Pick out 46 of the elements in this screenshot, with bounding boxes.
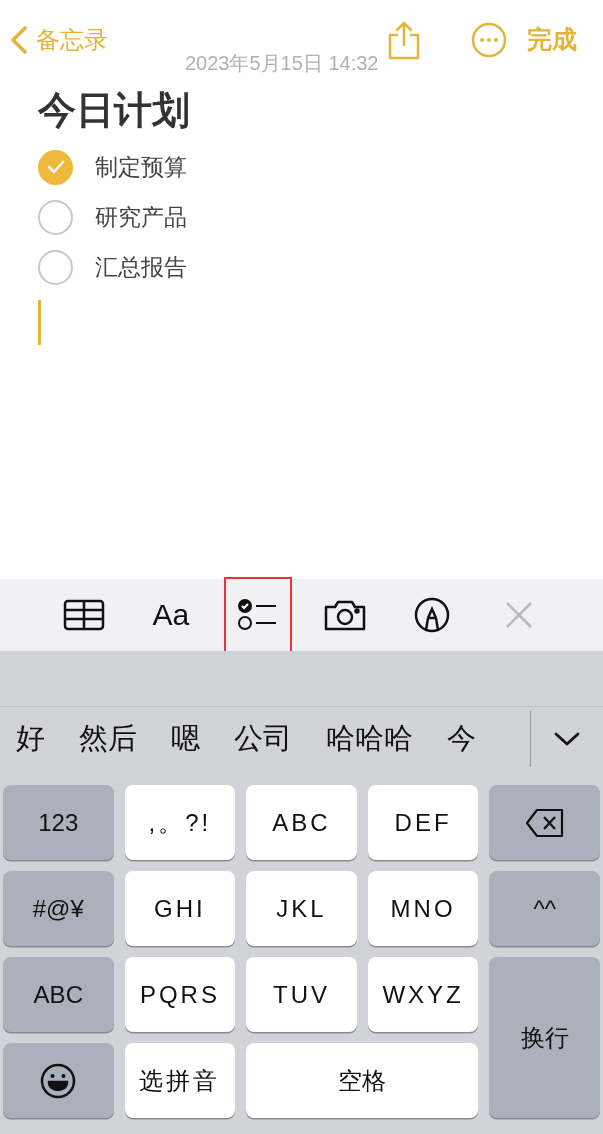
camera-icon [323,598,368,632]
keyboard-key[interactable]: TUV [246,957,357,1032]
candidate-word[interactable]: 哈哈哈 [326,716,413,761]
candidate-word[interactable]: 嗯 [171,716,200,761]
delete-icon [524,807,565,838]
return-key[interactable]: 换行 [489,957,600,1118]
checklist-item-text: 制定预算 [95,152,187,182]
pen-tip-icon [413,596,452,634]
keyboard-key[interactable]: GHI [124,871,236,946]
keyboard-key[interactable]: ABC [3,957,114,1032]
space-key[interactable]: 空格 [246,1043,479,1118]
checklist-checkbox[interactable] [38,149,73,185]
table-icon [62,599,105,631]
format-tool-button[interactable]: Aa [136,577,205,653]
keyboard-key[interactable]: ,。?! [124,785,236,860]
keyboard-key[interactable]: ABC [246,785,357,860]
more-icon [471,22,507,58]
check-icon [46,160,65,174]
checklist-checkbox[interactable] [38,199,73,235]
candidate-word[interactable]: 然后 [79,716,137,761]
chevron-down-icon [554,730,580,747]
candidate-word[interactable]: 好 [16,716,45,761]
candidate-word[interactable]: 今 [447,716,476,761]
checklist-item-text: 研究产品 [95,202,187,232]
keyboard-key[interactable]: MNO [367,871,479,946]
keyboard-key[interactable]: ^^ [489,871,600,946]
checklist-item-text: 汇总报告 [95,252,187,282]
candidate-word[interactable]: 公司 [234,716,292,761]
keyboard-key[interactable]: 选拼音 [124,1043,236,1118]
text-cursor [38,300,41,345]
keyboard-key[interactable]: JKL [246,871,357,946]
keyboard-key[interactable]: 123 [3,785,114,860]
smiley-icon [40,1062,77,1099]
keyboard-key[interactable]: WXYZ [367,957,479,1032]
backspace-key[interactable] [489,785,600,860]
close-icon [504,600,535,630]
checklist-checkbox[interactable] [38,249,73,285]
keyboard-key[interactable]: DEF [367,785,479,860]
keyboard-key[interactable]: #@¥ [3,871,114,946]
chevron-left-icon [10,25,28,55]
note-date: 2023年5月15日 14:32 [185,51,379,76]
keyboard-key[interactable]: PQRS [124,957,236,1032]
checklist-icon [237,599,278,631]
share-icon [387,20,421,60]
emoji-key[interactable] [3,1043,114,1118]
note-title: 今日计划 [38,88,191,133]
